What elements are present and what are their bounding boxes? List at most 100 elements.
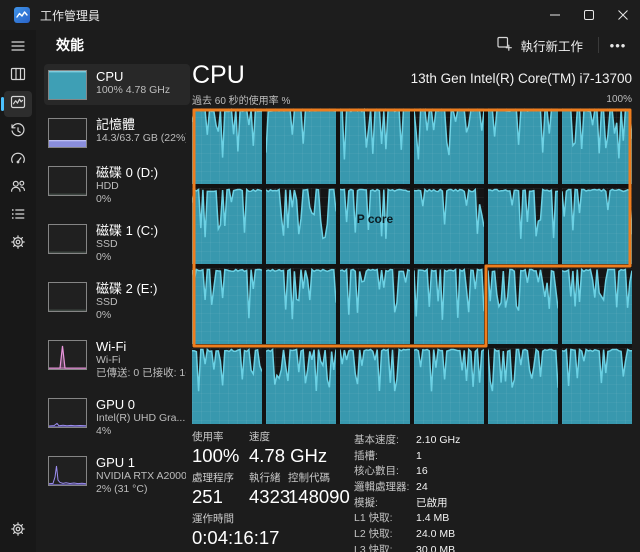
device-item-disk0[interactable]: 磁碟 0 (D:)HDD0% xyxy=(44,160,190,211)
detail-label: 模擬: xyxy=(354,497,412,510)
processor-name: 13th Gen Intel(R) Core(TM) i7-13700 xyxy=(411,71,632,86)
core-graph-9 xyxy=(414,188,484,264)
minimize-button[interactable] xyxy=(538,0,572,30)
device-name: GPU 0 xyxy=(96,397,185,412)
device-thumbnail-cpu xyxy=(48,70,87,100)
sidebar-item-details[interactable] xyxy=(4,203,32,229)
detail-value: 已啟用 xyxy=(412,497,448,510)
core-graph-11 xyxy=(562,188,632,264)
device-thumbnail-disk0 xyxy=(48,166,87,196)
device-detail: 0% xyxy=(96,309,157,322)
core-graph-23 xyxy=(562,348,632,424)
cpu-detail-row: 插槽:1 xyxy=(354,450,460,463)
device-detail: 0% xyxy=(96,193,158,206)
device-item-disk1[interactable]: 磁碟 1 (C:)SSD0% xyxy=(44,218,190,269)
close-button[interactable] xyxy=(606,0,640,30)
device-item-disk2[interactable]: 磁碟 2 (E:)SSD0% xyxy=(44,276,190,327)
cpu-detail-row: 邏輯處理器:24 xyxy=(354,481,460,494)
detail-value: 1.4 MB xyxy=(412,512,449,525)
sidebar-item-users[interactable] xyxy=(4,175,32,201)
core-graph-0 xyxy=(192,108,262,184)
cpu-detail-row: L1 快取:1.4 MB xyxy=(354,512,460,525)
cpu-detail-row: 核心數目:16 xyxy=(354,465,460,478)
sidebar-item-performance[interactable] xyxy=(4,91,32,117)
core-graph-17 xyxy=(562,268,632,344)
cpu-detail-row: L2 快取:24.0 MB xyxy=(354,528,460,541)
cpu-stat: 運作時間0:04:16:17 xyxy=(192,513,348,549)
cpu-stat: 速度4.78 GHz xyxy=(249,431,348,467)
core-graph-6 xyxy=(192,188,262,264)
sidebar-item-processes[interactable] xyxy=(4,63,32,89)
detail-label: L2 快取: xyxy=(354,528,412,541)
window-title: 工作管理員 xyxy=(40,7,100,24)
divider xyxy=(598,37,599,53)
cpu-detail-row: 基本速度:2.10 GHz xyxy=(354,434,460,447)
content-area: 效能 執行新工作 ••• CPU100% 4.78 GHz記憶體14.3/63.… xyxy=(36,30,640,552)
cpu-stat: 使用率100% xyxy=(192,431,249,467)
core-graph-15 xyxy=(414,268,484,344)
cpu-stat: 處理程序251 xyxy=(192,472,249,508)
sidebar-item-app-history[interactable] xyxy=(4,119,32,145)
run-new-task-button[interactable]: 執行新工作 xyxy=(486,31,593,59)
cpu-panel: CPU 13th Gen Intel(R) Core(TM) i7-13700 … xyxy=(190,60,640,552)
device-item-cpu[interactable]: CPU100% 4.78 GHz xyxy=(44,64,190,105)
core-graph-10 xyxy=(488,188,558,264)
stat-value: 4323 xyxy=(249,485,288,508)
device-detail: 100% 4.78 GHz xyxy=(96,84,170,97)
device-detail: 14.3/63.7 GB (22%) xyxy=(96,132,186,145)
cpu-stats-right: 基本速度:2.10 GHz插槽:1核心數目:16邏輯處理器:24模擬:已啟用L1… xyxy=(354,431,460,552)
device-thumbnail-disk1 xyxy=(48,224,87,254)
hamburger-icon xyxy=(9,37,27,60)
core-graph-12 xyxy=(192,268,262,344)
list-icon xyxy=(9,205,27,228)
cpu-stats: 使用率100%速度4.78 GHz處理程序251執行緒4323控制代碼14809… xyxy=(192,431,632,552)
device-detail: 已傳送: 0 已接收: 16.0 K xyxy=(96,367,186,380)
app-icon xyxy=(14,7,30,23)
detail-value: 24.0 MB xyxy=(412,528,455,541)
detail-value: 1 xyxy=(412,450,422,463)
device-name: CPU xyxy=(96,69,170,84)
new-task-icon xyxy=(496,35,513,55)
cpu-stats-left: 使用率100%速度4.78 GHz處理程序251執行緒4323控制代碼14809… xyxy=(192,431,350,552)
history-icon xyxy=(9,121,27,144)
core-graph-7 xyxy=(266,188,336,264)
task-manager-window: 工作管理員 xyxy=(0,0,640,552)
cpu-detail-row: L3 快取:30.0 MB xyxy=(354,544,460,552)
sidebar-item-startup-apps[interactable] xyxy=(4,147,32,173)
settings-button[interactable] xyxy=(4,518,32,544)
device-thumbnail-wifi xyxy=(48,340,87,370)
stat-value: 148090 xyxy=(288,485,348,508)
menu-button[interactable] xyxy=(4,35,32,61)
device-name: 磁碟 1 (C:) xyxy=(96,223,158,238)
stat-value: 0:04:16:17 xyxy=(192,526,348,549)
device-name: 磁碟 0 (D:) xyxy=(96,165,158,180)
cpu-detail-row: 模擬:已啟用 xyxy=(354,497,460,510)
device-detail: 2% (31 °C) xyxy=(96,483,186,496)
device-name: Wi-Fi xyxy=(96,339,186,354)
processes-icon xyxy=(9,65,27,88)
cpu-stat: 執行緒4323 xyxy=(249,472,288,508)
titlebar: 工作管理員 xyxy=(0,0,640,30)
page-header: 效能 執行新工作 ••• xyxy=(36,30,640,60)
device-item-memory[interactable]: 記憶體14.3/63.7 GB (22%) xyxy=(44,112,190,153)
core-graph-8 xyxy=(340,188,410,264)
sidebar-item-services[interactable] xyxy=(4,231,32,257)
core-graph-5 xyxy=(562,108,632,184)
detail-label: L1 快取: xyxy=(354,512,412,525)
core-graph-14 xyxy=(340,268,410,344)
core-graph-2 xyxy=(340,108,410,184)
device-thumbnail-gpu0 xyxy=(48,398,87,428)
device-detail: SSD xyxy=(96,238,158,251)
device-item-wifi[interactable]: Wi-FiWi-Fi已傳送: 0 已接收: 16.0 K xyxy=(44,334,190,385)
detail-value: 30.0 MB xyxy=(412,544,455,552)
maximize-button[interactable] xyxy=(572,0,606,30)
device-item-gpu1[interactable]: GPU 1NVIDIA RTX A20002% (31 °C) xyxy=(44,450,190,501)
device-item-gpu0[interactable]: GPU 0Intel(R) UHD Gra...4% xyxy=(44,392,190,443)
device-name: 磁碟 2 (E:) xyxy=(96,281,157,296)
cpu-title: CPU xyxy=(192,60,245,90)
more-options-button[interactable]: ••• xyxy=(604,34,632,56)
stat-value: 251 xyxy=(192,485,249,508)
navigation-rail xyxy=(0,30,36,552)
detail-label: 邏輯處理器: xyxy=(354,481,412,494)
device-detail: SSD xyxy=(96,296,157,309)
